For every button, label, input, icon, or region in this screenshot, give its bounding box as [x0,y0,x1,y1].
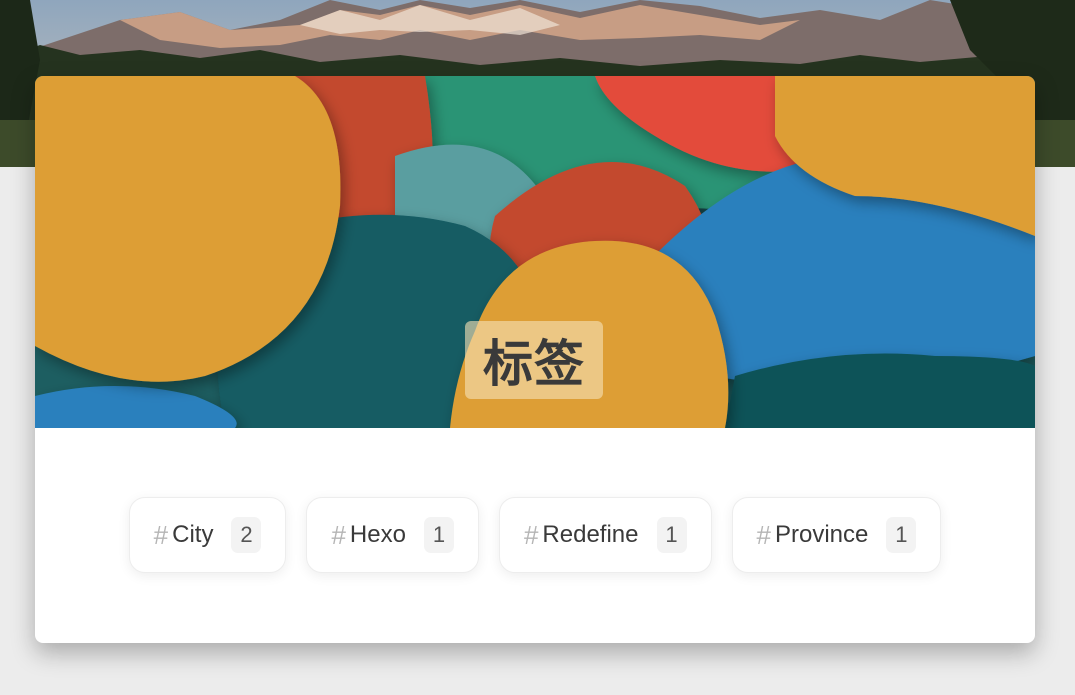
tag-count-badge: 1 [423,517,454,553]
page-title: 标签 [465,321,603,399]
tag-count-badge: 2 [231,517,262,553]
tags-page-card: 标签 # City 2 # Hexo 1 # Redefine 1 # Prov… [35,76,1035,643]
tag-name: City [172,521,214,548]
hash-icon: # [756,519,771,550]
tag-name: Hexo [349,521,406,548]
tag-count-badge: 1 [656,517,687,553]
tag-chip-hexo[interactable]: # Hexo 1 [306,497,479,573]
tag-chip-province[interactable]: # Province 1 [731,497,942,573]
hash-icon: # [331,519,346,550]
tag-list: # City 2 # Hexo 1 # Redefine 1 # Provinc… [35,497,1035,573]
tag-name: Redefine [542,521,639,548]
tag-count-badge: 1 [886,517,917,553]
tag-chip-redefine[interactable]: # Redefine 1 [498,497,712,573]
tag-chip-city[interactable]: # City 2 [128,497,287,573]
tag-name: Province [774,521,869,548]
hash-icon: # [523,519,539,550]
hero-banner: 标签 [35,76,1035,428]
hash-icon: # [153,519,169,550]
